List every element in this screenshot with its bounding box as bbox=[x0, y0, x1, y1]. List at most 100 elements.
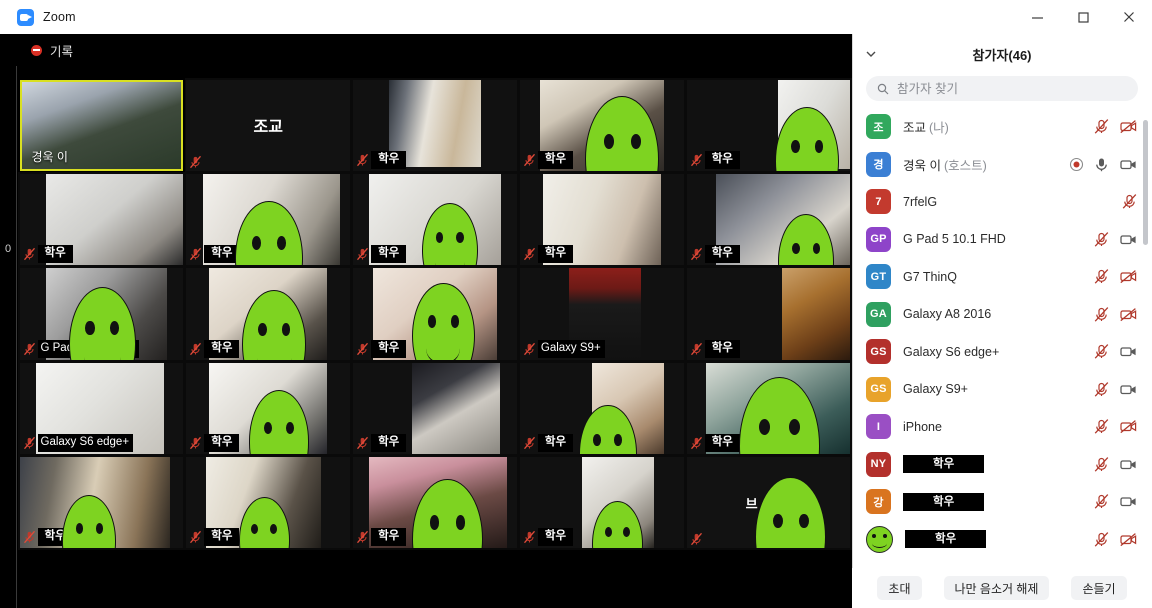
mic-muted-icon[interactable] bbox=[1093, 493, 1110, 510]
video-tile[interactable]: Galaxy S6 edge+ bbox=[18, 361, 185, 456]
unmute-me-button[interactable]: 나만 음소거 해제 bbox=[943, 576, 1050, 600]
video-tile[interactable]: 학우 bbox=[184, 266, 352, 362]
chevron-down-icon[interactable] bbox=[864, 47, 878, 61]
mic-muted-icon[interactable] bbox=[1093, 531, 1110, 548]
mic-muted-icon bbox=[190, 342, 202, 355]
participant-name: G7 ThinQ bbox=[903, 269, 957, 284]
video-tile[interactable]: 학우 bbox=[18, 455, 185, 550]
participant-row[interactable]: GT G7 ThinQ bbox=[852, 258, 1152, 296]
video-tile[interactable]: 학우 bbox=[18, 172, 185, 267]
video-tile[interactable]: 브 bbox=[685, 455, 852, 550]
mic-on-icon[interactable] bbox=[1093, 156, 1110, 173]
mic-muted-icon[interactable] bbox=[1093, 418, 1110, 435]
participant-name: Galaxy S6 edge+ bbox=[903, 344, 1000, 359]
video-tile[interactable]: 학우 bbox=[351, 172, 519, 267]
mic-muted-icon[interactable] bbox=[1093, 343, 1110, 360]
video-tile[interactable]: 학우 bbox=[518, 455, 686, 550]
video-tile[interactable]: 학우 bbox=[685, 78, 852, 173]
tile-nameplate: 학우 bbox=[189, 339, 240, 358]
video-tile[interactable]: 학우 bbox=[184, 172, 352, 267]
participant-row[interactable]: 조 조교 (나) bbox=[852, 108, 1152, 146]
video-tile[interactable]: 학우 bbox=[685, 172, 852, 267]
video-tile[interactable]: 학우 bbox=[351, 266, 519, 362]
participant-row[interactable]: IiPhone bbox=[852, 408, 1152, 446]
participant-row[interactable]: GP G Pad 5 10.1 FHD bbox=[852, 221, 1152, 259]
video-off-icon[interactable] bbox=[1119, 531, 1138, 548]
video-off-icon[interactable] bbox=[1119, 268, 1138, 285]
video-on-icon[interactable] bbox=[1119, 343, 1138, 360]
tile-nameplate: 학우 bbox=[356, 339, 407, 358]
video-tile[interactable]: 학우 bbox=[184, 361, 352, 456]
record-stop-icon[interactable] bbox=[31, 44, 42, 56]
participant-name: Galaxy A8 2016 bbox=[903, 307, 992, 322]
video-on-icon[interactable] bbox=[1119, 231, 1138, 248]
participant-name: 7rfelG bbox=[903, 194, 938, 209]
participant-row[interactable]: GS Galaxy S6 edge+ bbox=[852, 333, 1152, 371]
video-tile[interactable]: 학우 bbox=[518, 361, 686, 456]
video-on-icon[interactable] bbox=[1119, 493, 1138, 510]
tile-name-redacted: 학우 bbox=[371, 528, 407, 547]
video-tile[interactable]: 조교 bbox=[184, 78, 352, 173]
video-on-icon[interactable] bbox=[1119, 456, 1138, 473]
avatar: NY bbox=[866, 451, 891, 477]
mic-muted-icon[interactable] bbox=[1093, 381, 1110, 398]
video-off-icon[interactable] bbox=[1119, 118, 1138, 135]
video-off-icon[interactable] bbox=[1119, 418, 1138, 435]
participant-row[interactable]: 7 7rfelG bbox=[852, 183, 1152, 221]
avatar: 강 bbox=[866, 489, 891, 515]
participant-row[interactable]: 학우 bbox=[852, 521, 1152, 559]
video-tile[interactable]: 학우 bbox=[351, 78, 519, 173]
mic-muted-icon bbox=[523, 436, 535, 450]
video-tile[interactable]: 학우 bbox=[351, 455, 519, 550]
video-off-icon[interactable] bbox=[1119, 306, 1138, 323]
tile-name-redacted: 학우 bbox=[704, 434, 740, 453]
participant-row[interactable]: GS Galaxy S9+ bbox=[852, 371, 1152, 409]
zoom-camera-icon bbox=[17, 8, 34, 26]
recording-bar: 기록 bbox=[0, 34, 852, 66]
search-input[interactable] bbox=[895, 80, 1109, 97]
participants-scrollbar[interactable] bbox=[1143, 120, 1148, 245]
raise-hand-button[interactable]: 손들기 bbox=[1071, 576, 1127, 600]
video-tile[interactable]: 경욱 이 bbox=[18, 78, 185, 173]
video-on-icon[interactable] bbox=[1119, 156, 1138, 173]
participant-status-icons bbox=[1093, 483, 1138, 521]
mic-muted-icon[interactable] bbox=[1093, 231, 1110, 248]
video-tile[interactable]: 학우 bbox=[685, 361, 852, 456]
video-tile[interactable]: 학우 bbox=[518, 172, 686, 267]
video-tile[interactable]: G Pad 5 10.1 FHD bbox=[18, 266, 185, 362]
video-tile[interactable]: 학우 bbox=[518, 78, 686, 173]
minimize-button[interactable] bbox=[1014, 0, 1060, 34]
participants-panel: 참가자(46) 조 조교(나) 경 경욱 이(호스트) 7 7rfelG GP G Pad 5… bbox=[852, 34, 1152, 608]
mic-muted-icon[interactable] bbox=[1093, 456, 1110, 473]
video-tile[interactable]: Galaxy S9+ bbox=[518, 266, 686, 362]
mic-muted-icon[interactable] bbox=[1093, 118, 1110, 135]
maximize-button[interactable] bbox=[1060, 0, 1106, 34]
video-tile[interactable]: 학우 bbox=[184, 455, 352, 550]
participant-status-icons bbox=[1093, 333, 1138, 371]
avatar: GS bbox=[866, 339, 891, 365]
tile-name-redacted: 학우 bbox=[204, 339, 240, 358]
participant-status-icons bbox=[1121, 183, 1138, 221]
participant-row[interactable]: 강 학우 bbox=[852, 483, 1152, 521]
invite-button[interactable]: 초대 bbox=[877, 576, 922, 600]
tile-name-redacted: 학우 bbox=[204, 434, 240, 453]
participant-name: G Pad 5 10.1 FHD bbox=[903, 232, 1006, 247]
mic-muted-icon[interactable] bbox=[1093, 268, 1110, 285]
participants-list: 조 조교 (나) 경 경욱 이 (호스트) 7 7rfelG GP G Pad 5 10.1 FH… bbox=[852, 108, 1152, 572]
participant-name: 학우 bbox=[903, 492, 985, 511]
video-tile[interactable]: 학우 bbox=[685, 266, 852, 362]
participant-row[interactable]: NY 학우 bbox=[852, 446, 1152, 484]
tile-name-redacted: 학우 bbox=[704, 150, 740, 169]
close-button[interactable] bbox=[1106, 0, 1152, 34]
participant-status-icons bbox=[1093, 296, 1138, 334]
participant-row[interactable]: 경 경욱 이 (호스트) bbox=[852, 146, 1152, 184]
participant-row[interactable]: GA Galaxy A8 2016 bbox=[852, 296, 1152, 334]
video-on-icon[interactable] bbox=[1119, 381, 1138, 398]
video-tile[interactable]: 학우 bbox=[351, 361, 519, 456]
mic-muted-icon bbox=[523, 531, 535, 544]
tile-name-redacted: 학우 bbox=[204, 528, 240, 547]
search-participants-box[interactable] bbox=[866, 76, 1138, 101]
mic-muted-icon[interactable] bbox=[1121, 193, 1138, 210]
recording-dot-icon[interactable] bbox=[1069, 157, 1084, 172]
mic-muted-icon[interactable] bbox=[1093, 306, 1110, 323]
